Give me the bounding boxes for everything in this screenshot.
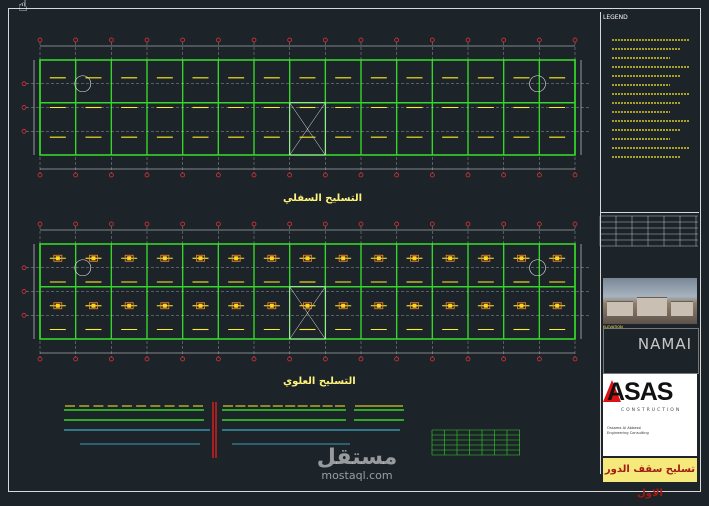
watermark: مستقل mostaql.com — [302, 446, 412, 482]
company-subtitle: Engineering Consulting — [607, 431, 649, 435]
namai-logo-box: NAMAI — [603, 328, 699, 374]
sheet-title: تسليح سقف الدور الاول — [603, 458, 697, 499]
sheet-border — [8, 8, 701, 492]
namai-logo: NAMAI — [637, 335, 692, 353]
asas-logo-box: ASAS CONSTRUCTION — [603, 374, 697, 420]
watermark-english: mostaql.com — [321, 469, 393, 482]
company-info: Ossama Al Abbassi Engineering Consulting — [603, 420, 697, 456]
photo-building — [607, 301, 633, 316]
title-block: LEGEND ELEVATION NAMAI ASAS CONSTRUCTION… — [600, 12, 699, 499]
legend-header: LEGEND — [603, 14, 628, 21]
project-photo — [603, 278, 697, 324]
photo-building — [671, 301, 693, 316]
asas-logo: ASAS — [607, 378, 673, 406]
company-name: Ossama Al Abbassi — [607, 426, 642, 430]
asas-subtitle: CONSTRUCTION — [621, 408, 682, 413]
photo-building — [637, 297, 667, 316]
legend-panel: LEGEND — [601, 12, 699, 213]
lower-plan-title: التسليح العلوي — [283, 376, 356, 387]
hand-cursor-icon: ☝ — [18, 0, 28, 15]
upper-plan-title: التسليح السفلي — [283, 193, 363, 204]
watermark-arabic: مستقل — [316, 445, 398, 470]
